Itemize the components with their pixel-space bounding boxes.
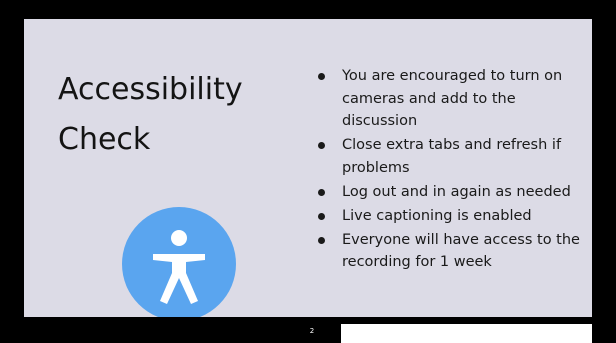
list-item: Live captioning is enabled	[314, 205, 584, 228]
bullet-text: Live captioning is enabled	[342, 207, 532, 224]
list-item: Everyone will have access to the recordi…	[314, 229, 584, 274]
bottom-white-panel	[341, 324, 592, 343]
slide: Accessibility Check You are encouraged t…	[24, 19, 592, 321]
bullet-dot	[318, 236, 325, 244]
accessibility-icon	[122, 207, 236, 321]
presentation-frame: Accessibility Check You are encouraged t…	[0, 0, 616, 343]
list-item: You are encouraged to turn on cameras an…	[314, 65, 584, 133]
list-item: Log out and in again as needed	[314, 181, 584, 204]
slide-title-line-2: Check	[58, 122, 151, 157]
bullet-dot	[318, 212, 325, 220]
bullet-text: Close extra tabs and refresh if problems	[342, 137, 562, 176]
bullet-list: You are encouraged to turn on cameras an…	[314, 65, 584, 275]
list-item: Close extra tabs and refresh if problems	[314, 134, 584, 179]
bullet-text: You are encouraged to turn on cameras an…	[342, 68, 563, 129]
bullet-text: Log out and in again as needed	[342, 183, 571, 200]
bullet-text: Everyone will have access to the recordi…	[342, 231, 580, 271]
page-number: 2	[309, 327, 315, 335]
accessibility-person-icon	[153, 230, 205, 304]
bullet-dot	[318, 73, 325, 80]
slide-title: Accessibility Check	[58, 65, 268, 165]
slide-title-line-1: Accessibility	[58, 72, 243, 107]
bullet-dot	[318, 142, 325, 149]
bullet-dot	[318, 188, 325, 196]
